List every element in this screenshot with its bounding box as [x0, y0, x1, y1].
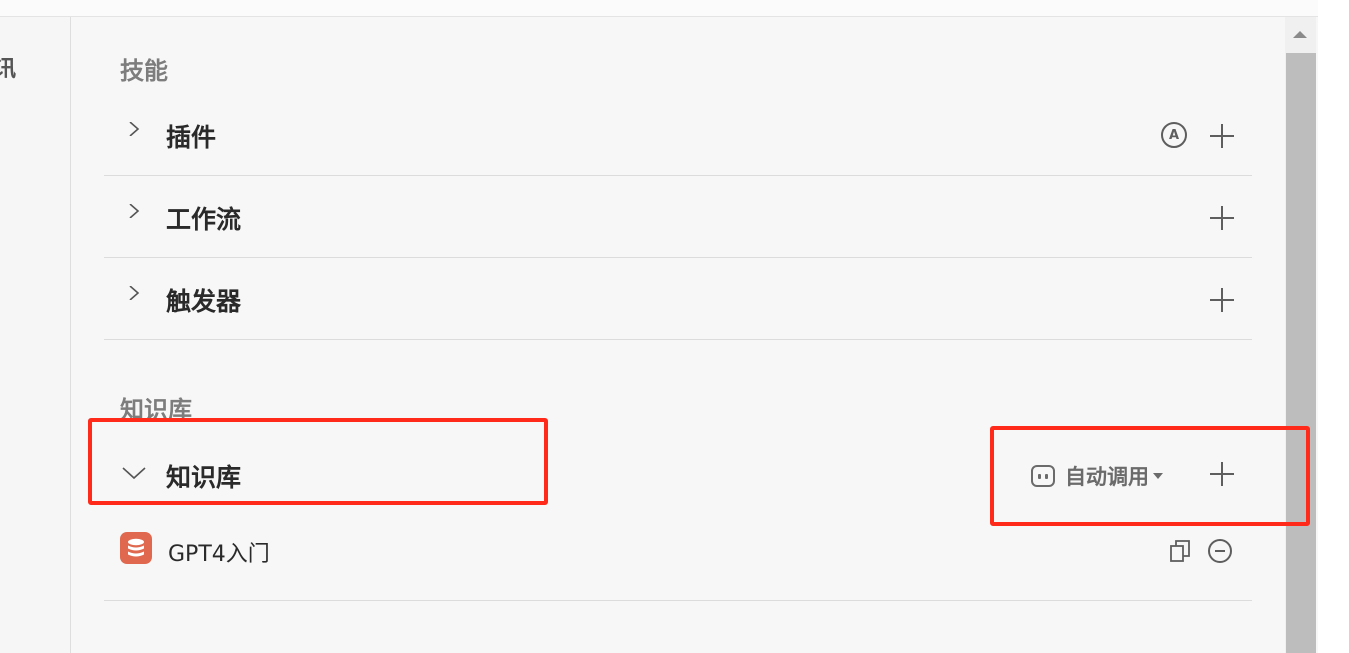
left-panel-fragment-text: 讯	[0, 51, 16, 83]
left-panel: 讯	[0, 17, 71, 653]
window-edge	[1318, 0, 1349, 653]
skills-section-title: 技能	[120, 57, 168, 85]
add-workflow-button[interactable]	[1210, 206, 1234, 230]
knowledge-item[interactable]: GPT4入门	[104, 518, 1252, 601]
auto-a-icon[interactable]: A	[1161, 122, 1187, 148]
skill-row-workflow[interactable]: 工作流	[104, 176, 1252, 258]
add-plugin-button[interactable]	[1210, 124, 1234, 148]
trigger-label: 触发器	[166, 287, 242, 316]
knowledge-item-name: GPT4入门	[168, 542, 270, 567]
skill-row-trigger[interactable]: 触发器	[104, 258, 1252, 340]
top-bar	[0, 0, 1318, 17]
chevron-right-icon[interactable]	[126, 286, 140, 300]
chevron-right-icon[interactable]	[126, 122, 140, 136]
skill-row-plugins[interactable]: 插件 A	[104, 94, 1252, 176]
scrollbar-thumb[interactable]	[1286, 53, 1316, 653]
vertical-scrollbar[interactable]	[1285, 17, 1316, 653]
copy-icon[interactable]	[1170, 540, 1190, 562]
database-icon	[120, 532, 152, 564]
plugins-label: 插件	[166, 123, 217, 152]
scroll-up-arrow-icon[interactable]	[1293, 31, 1307, 38]
highlight-box-knowledge-group	[88, 418, 548, 505]
add-trigger-button[interactable]	[1210, 288, 1234, 312]
workflow-label: 工作流	[166, 205, 242, 234]
highlight-box-auto-call	[990, 426, 1310, 526]
minus-circle-icon[interactable]	[1208, 539, 1232, 563]
chevron-right-icon[interactable]	[126, 204, 140, 218]
